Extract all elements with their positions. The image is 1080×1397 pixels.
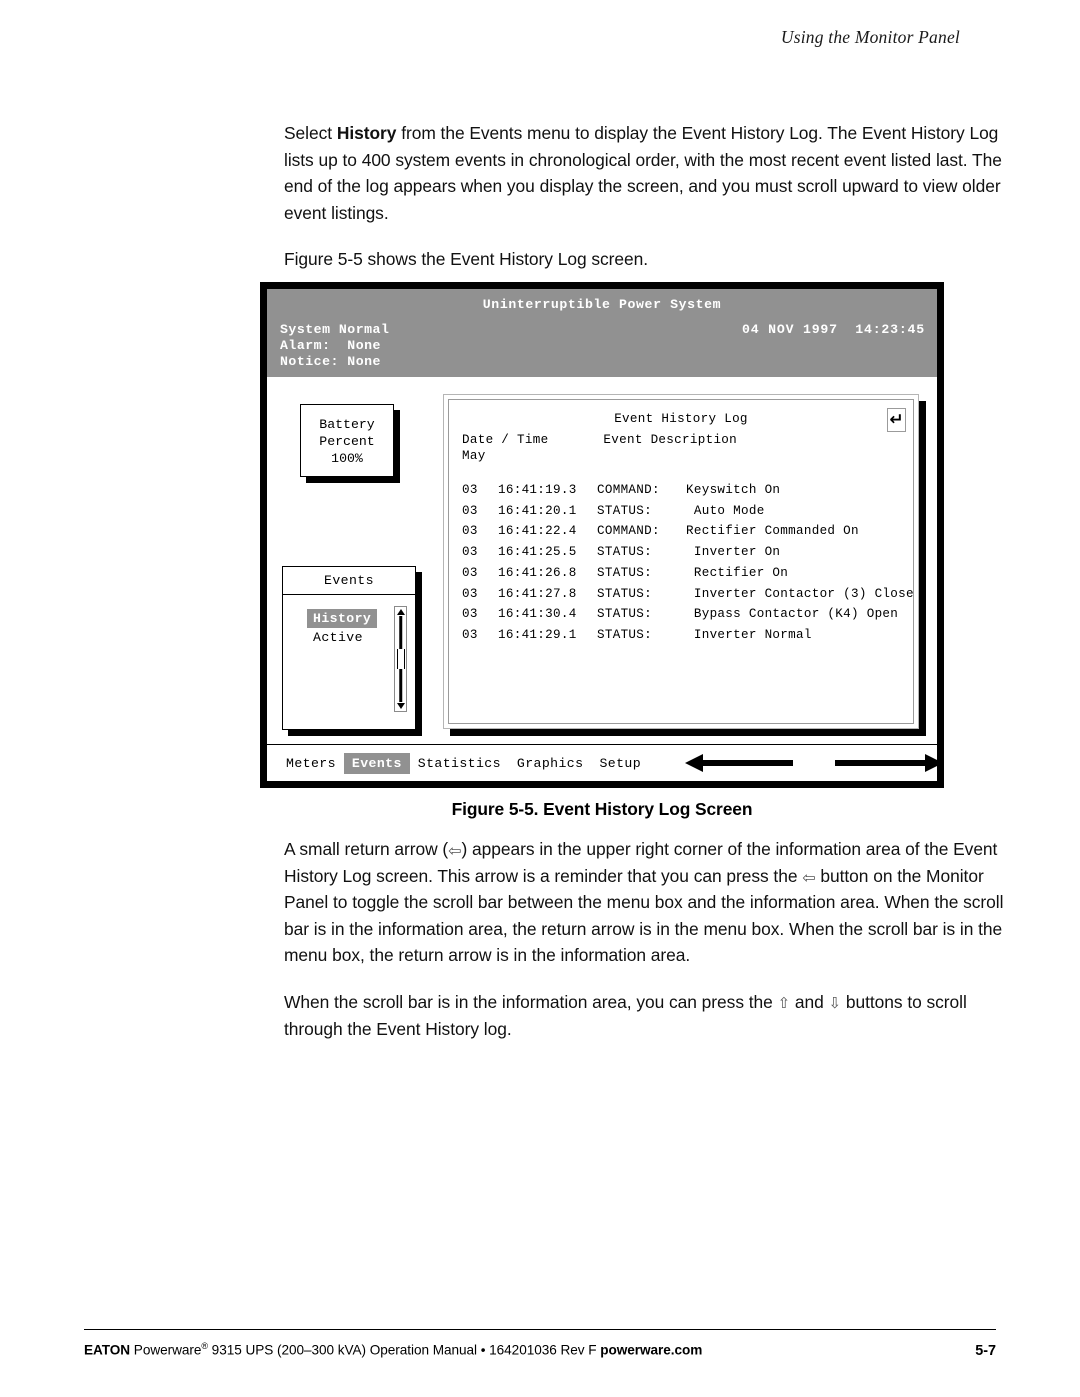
table-row: 03 16:41:20.1 STATUS: Auto Mode [462,501,903,522]
table-row: 03 16:41:27.8 STATUS: Inverter Contactor (… [462,584,913,605]
paragraph-2: Figure 5-5 shows the Event History Log s… [284,249,649,270]
log-date: 03 [462,565,478,580]
log-description: Inverter On [686,545,781,560]
figure-caption: Figure 5-5. Event History Log Screen [451,799,753,819]
right-arrow-icon[interactable] [835,745,944,781]
log-kind: STATUS: [597,503,653,518]
page-number: 5-7 [975,1343,996,1359]
tab-setup[interactable]: Setup [591,753,649,774]
battery-percent-box: Battery Percent 100% [300,404,394,477]
log-kind: COMMAND: [597,524,660,539]
footer-brand: EATON [84,1343,131,1358]
ups-screen: Uninterruptible Power System System Norm… [260,282,944,788]
paragraph-4-a: When the scroll bar is in the informatio… [284,991,778,1012]
log-description: Inverter Contactor (3) Closed [686,586,914,601]
log-time: 16:41:26.8 [498,565,577,580]
table-row: 03 16:41:19.3 COMMAND: Keyswitch On [462,480,903,501]
figure-event-history-log: Uninterruptible Power System System Norm… [260,282,944,788]
log-description: Bypass Contactor (K4) Open [686,607,899,622]
events-menu-title: Events [283,567,415,595]
event-log-title: Event History Log [614,412,748,426]
tab-graphics[interactable]: Graphics [509,753,592,774]
log-description: Rectifier On [686,565,789,580]
ups-bottom-menu-bar: Meters Events Statistics Graphics Setup [267,744,944,781]
scrollbar-thumb[interactable] [396,649,405,669]
ups-canvas: Battery Percent 100% Events History Acti… [267,377,937,745]
log-kind: STATUS: [597,627,653,642]
ups-datetime: 04 NOV 1997 14:23:45 [742,322,925,337]
paragraph-4-b: and [790,991,829,1012]
table-row: 03 16:41:30.4 STATUS: Bypass Contactor (K4… [462,604,903,625]
paragraph-1-bold: History [336,123,397,143]
running-head: Using the Monitor Panel [780,27,960,47]
log-date: 03 [462,503,478,518]
ups-screen-title: Uninterruptible Power System [482,297,722,312]
return-arrow-inline-icon: ⇦ [448,841,462,860]
log-kind: STATUS: [597,565,653,580]
tab-events[interactable]: Events [343,752,410,774]
log-date: 03 [462,483,478,497]
footer-rest-pre: Powerware [130,1343,202,1358]
up-arrow-inline-icon: ⇧ [777,993,791,1012]
event-log-rows: 03 16:41:19.3 COMMAND: Keyswitch On 03 16:41… [462,480,913,646]
log-kind: COMMAND: [597,483,660,497]
paragraph-3-a: A small return arrow ( [284,839,449,859]
footer-rest: 9315 UPS (200–300 kVA) Operation Manual … [207,1343,601,1358]
tab-meters[interactable]: Meters [278,753,344,774]
table-row: 03 16:41:22.4 COMMAND: Rectifier Commanded … [462,521,903,542]
table-row: 03 16:41:25.5 STATUS: Inverter On [462,542,903,563]
paragraph-4: When the scroll bar is in the informatio… [284,989,1024,1042]
log-time: 16:41:20.1 [498,503,577,518]
ups-status-lines: System Normal Alarm: None Notice: None [280,322,390,370]
log-kind: STATUS: [597,545,653,560]
information-area-inner: Event History Log Date / Time Event Desc… [448,399,914,724]
log-kind: STATUS: [597,586,653,601]
footer-text: EATON Powerware® 9315 UPS (200–300 kVA) … [84,1341,702,1358]
footer-registered-mark: ® [201,1341,208,1352]
log-date: 03 [462,545,478,560]
ups-status-header: Uninterruptible Power System System Norm… [267,289,937,377]
log-time: 16:41:27.8 [498,586,577,601]
log-time: 16:41:25.5 [498,545,577,560]
log-kind: STATUS: [597,607,653,622]
log-date: 03 [462,627,478,642]
scroll-down-arrow-icon[interactable] [396,703,405,709]
left-arrow-icon[interactable] [685,745,794,781]
body-text-top: Select History from the Events menu to d… [284,120,1020,293]
paragraph-3: A small return arrow (⇦) appears in the … [284,836,1024,969]
page-footer: EATON Powerware® 9315 UPS (200–300 kVA) … [84,1329,996,1359]
paragraph-1-pre: Select [284,123,337,143]
log-description: Inverter Normal [686,627,812,642]
log-description: Rectifier Commanded On [686,524,859,539]
table-row: 03 16:41:29.1 STATUS: Inverter Normal [462,625,903,646]
events-menu-box[interactable]: Events History Active [282,566,416,730]
log-date: 03 [462,524,478,539]
tab-statistics[interactable]: Statistics [410,753,509,774]
menu-item-history[interactable]: History [307,609,378,628]
event-log-column-headers: Date / Time Event Description May [462,433,738,463]
down-arrow-inline-icon: ⇩ [828,993,842,1012]
return-arrow-inline-icon-2: ⇦ [802,867,816,887]
table-row: 03 16:41:26.8 STATUS: Rectifier On [462,563,903,584]
return-arrow-icon[interactable]: ↵ [887,408,906,432]
log-time: 16:41:30.4 [498,607,577,622]
log-time: 16:41:22.4 [498,524,577,539]
footer-website[interactable]: powerware.com [600,1343,702,1358]
paragraph-1: Select History from the Events menu to d… [284,120,1020,226]
log-time: 16:41:19.3 [498,483,577,497]
scroll-up-arrow-icon[interactable] [396,609,405,615]
bottom-menu-items: Meters Events Statistics Graphics Setup [267,745,649,781]
body-text-bottom: A small return arrow (⇦) appears in the … [284,836,1024,1062]
log-date: 03 [462,586,478,601]
log-description: Auto Mode [686,503,765,518]
menu-item-active[interactable]: Active [307,628,369,647]
log-date: 03 [462,607,478,622]
bottom-menu-arrows [685,745,944,781]
log-time: 16:41:29.1 [498,627,577,642]
information-area: Event History Log Date / Time Event Desc… [443,394,919,729]
menu-scrollbar[interactable] [394,606,407,712]
log-description: Keyswitch On [686,483,781,497]
